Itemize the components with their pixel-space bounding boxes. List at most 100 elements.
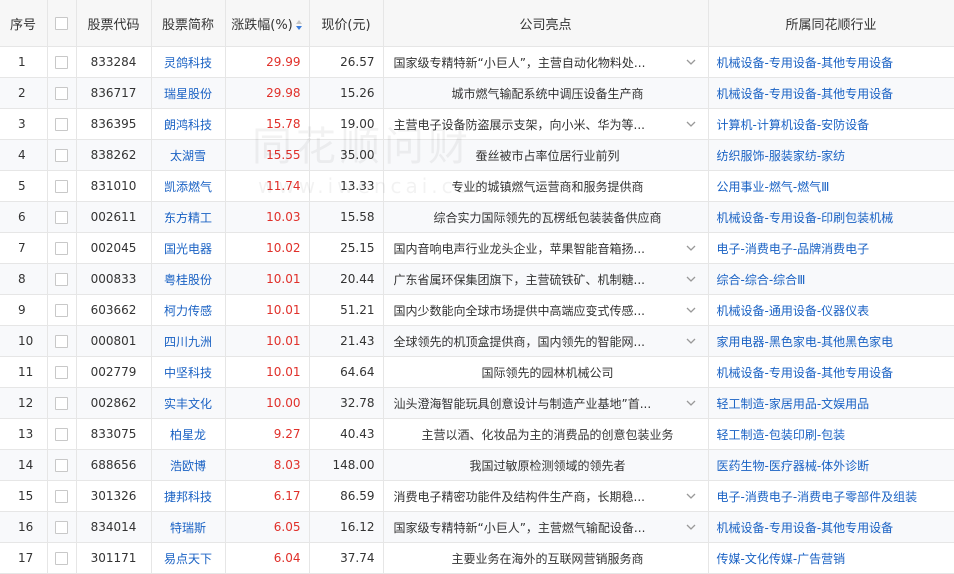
row-select[interactable] <box>47 77 77 109</box>
row-select[interactable] <box>47 418 77 450</box>
table-row[interactable]: 17 301171 易点天下 6.04 37.74 主要业务在海外的互联网营销服务商 传媒-… <box>0 542 954 574</box>
stock-name-link[interactable]: 柏星龙 <box>151 418 226 450</box>
row-checkbox[interactable] <box>55 273 68 286</box>
industry-link[interactable]: 机械设备-专用设备-其他专用设备 <box>708 46 954 78</box>
table-row[interactable]: 3 836395 朗鸿科技 15.78 19.00 主营电子设备防盗展示支架，向小米、华为… <box>0 108 954 140</box>
row-checkbox[interactable] <box>55 87 68 100</box>
row-select[interactable] <box>47 294 77 326</box>
header-code[interactable]: 股票代码 <box>76 0 152 47</box>
header-name[interactable]: 股票简称 <box>151 0 226 47</box>
stock-name-link[interactable]: 东方精工 <box>151 201 226 233</box>
stock-name-link[interactable]: 特瑞斯 <box>151 511 226 543</box>
chevron-down-icon[interactable] <box>684 396 698 410</box>
industry-link[interactable]: 机械设备-专用设备-其他专用设备 <box>708 77 954 109</box>
table-row[interactable]: 6 002611 东方精工 10.03 15.58 综合实力国际领先的瓦楞纸包装装备供应商… <box>0 201 954 233</box>
stock-name-link[interactable]: 浩欧博 <box>151 449 226 481</box>
row-checkbox[interactable] <box>55 118 68 131</box>
chevron-down-icon[interactable] <box>684 489 698 503</box>
row-checkbox[interactable] <box>55 366 68 379</box>
industry-link[interactable]: 家用电器-黑色家电-其他黑色家电 <box>708 325 954 357</box>
stock-name-link[interactable]: 瑞星股份 <box>151 77 226 109</box>
industry-link[interactable]: 轻工制造-包装印刷-包装 <box>708 418 954 450</box>
industry-link[interactable]: 纺织服饰-服装家纺-家纺 <box>708 139 954 171</box>
header-price[interactable]: 现价(元) <box>309 0 384 47</box>
stock-name-link[interactable]: 太湖雪 <box>151 139 226 171</box>
table-row[interactable]: 12 002862 实丰文化 10.00 32.78 汕头澄海智能玩具创意设计与制造产业基… <box>0 387 954 419</box>
chevron-down-icon[interactable] <box>684 303 698 317</box>
chevron-down-icon[interactable] <box>684 241 698 255</box>
row-checkbox[interactable] <box>55 180 68 193</box>
chevron-down-icon[interactable] <box>684 334 698 348</box>
stock-name-link[interactable]: 易点天下 <box>151 542 226 574</box>
row-select[interactable] <box>47 139 77 171</box>
industry-link[interactable]: 机械设备-通用设备-仪器仪表 <box>708 294 954 326</box>
industry-link[interactable]: 计算机-计算机设备-安防设备 <box>708 108 954 140</box>
table-row[interactable]: 4 838262 太湖雪 15.55 35.00 蚕丝被市占率位居行业前列 纺织服饰-服装家… <box>0 139 954 171</box>
sort-desc-icon[interactable] <box>295 19 303 31</box>
header-select-all[interactable] <box>47 0 77 47</box>
row-select[interactable] <box>47 201 77 233</box>
company-highlight[interactable]: 国内音响电声行业龙头企业，苹果智能音箱扬... <box>383 232 709 264</box>
table-row[interactable]: 1 833284 灵鸽科技 29.99 26.57 国家级专精特新“小巨人”，主营自动化物… <box>0 46 954 78</box>
row-select[interactable] <box>47 170 77 202</box>
stock-name-link[interactable]: 捷邦科技 <box>151 480 226 512</box>
stock-name-link[interactable]: 灵鸽科技 <box>151 46 226 78</box>
table-row[interactable]: 16 834014 特瑞斯 6.05 16.12 国家级专精特新“小巨人”，主营燃气输配设… <box>0 511 954 543</box>
industry-link[interactable]: 电子-消费电子-消费电子零部件及组装 <box>708 480 954 512</box>
table-row[interactable]: 5 831010 凯添燃气 11.74 13.33 专业的城镇燃气运营商和服务提供商 公用事… <box>0 170 954 202</box>
row-checkbox[interactable] <box>55 397 68 410</box>
stock-name-link[interactable]: 粤桂股份 <box>151 263 226 295</box>
industry-link[interactable]: 传媒-文化传媒-广告营销 <box>708 542 954 574</box>
table-row[interactable]: 11 002779 中坚科技 10.01 64.64 国际领先的园林机械公司 机械设备-专用… <box>0 356 954 388</box>
row-select[interactable] <box>47 232 77 264</box>
table-row[interactable]: 7 002045 国光电器 10.02 25.15 国内音响电声行业龙头企业，苹果智能音箱… <box>0 232 954 264</box>
company-highlight[interactable]: 广东省属环保集团旗下，主营硫铁矿、机制糖... <box>383 263 709 295</box>
row-select[interactable] <box>47 480 77 512</box>
industry-link[interactable]: 轻工制造-家居用品-文娱用品 <box>708 387 954 419</box>
row-checkbox[interactable] <box>55 459 68 472</box>
stock-name-link[interactable]: 四川九洲 <box>151 325 226 357</box>
industry-link[interactable]: 公用事业-燃气-燃气Ⅲ <box>708 170 954 202</box>
row-checkbox[interactable] <box>55 335 68 348</box>
row-select[interactable] <box>47 542 77 574</box>
chevron-down-icon[interactable] <box>684 520 698 534</box>
row-checkbox[interactable] <box>55 242 68 255</box>
row-checkbox[interactable] <box>55 521 68 534</box>
select-all-checkbox[interactable] <box>55 16 68 30</box>
table-row[interactable]: 13 833075 柏星龙 9.27 40.43 主营以酒、化妆品为主的消费品的创意包装业… <box>0 418 954 450</box>
company-highlight[interactable]: 全球领先的机顶盒提供商，国内领先的智能网... <box>383 325 709 357</box>
table-row[interactable]: 15 301326 捷邦科技 6.17 86.59 消费电子精密功能件及结构件生产商，长期… <box>0 480 954 512</box>
stock-name-link[interactable]: 实丰文化 <box>151 387 226 419</box>
row-select[interactable] <box>47 325 77 357</box>
row-select[interactable] <box>47 511 77 543</box>
stock-name-link[interactable]: 朗鸿科技 <box>151 108 226 140</box>
row-checkbox[interactable] <box>55 490 68 503</box>
chevron-down-icon[interactable] <box>684 117 698 131</box>
row-select[interactable] <box>47 449 77 481</box>
table-row[interactable]: 8 000833 粤桂股份 10.01 20.44 广东省属环保集团旗下，主营硫铁矿、机制… <box>0 263 954 295</box>
company-highlight[interactable]: 汕头澄海智能玩具创意设计与制造产业基地”首... <box>383 387 709 419</box>
company-highlight[interactable]: 主营电子设备防盗展示支架，向小米、华为等... <box>383 108 709 140</box>
industry-link[interactable]: 医药生物-医疗器械-体外诊断 <box>708 449 954 481</box>
row-checkbox[interactable] <box>55 211 68 224</box>
row-select[interactable] <box>47 387 77 419</box>
header-change[interactable]: 涨跌幅(%) <box>225 0 310 47</box>
row-select[interactable] <box>47 263 77 295</box>
company-highlight[interactable]: 国内少数能向全球市场提供中高端应变式传感... <box>383 294 709 326</box>
industry-link[interactable]: 机械设备-专用设备-印刷包装机械 <box>708 201 954 233</box>
row-checkbox[interactable] <box>55 56 68 69</box>
chevron-down-icon[interactable] <box>684 55 698 69</box>
industry-link[interactable]: 电子-消费电子-品牌消费电子 <box>708 232 954 264</box>
table-row[interactable]: 2 836717 瑞星股份 29.98 15.26 城市燃气输配系统中调压设备生产商 机械设… <box>0 77 954 109</box>
stock-name-link[interactable]: 柯力传感 <box>151 294 226 326</box>
row-select[interactable] <box>47 356 77 388</box>
stock-name-link[interactable]: 凯添燃气 <box>151 170 226 202</box>
chevron-down-icon[interactable] <box>684 272 698 286</box>
industry-link[interactable]: 机械设备-专用设备-其他专用设备 <box>708 356 954 388</box>
company-highlight[interactable]: 国家级专精特新“小巨人”，主营燃气输配设备... <box>383 511 709 543</box>
table-row[interactable]: 14 688656 浩欧博 8.03 148.00 我国过敏原检测领域的领先者 医药生物-医… <box>0 449 954 481</box>
industry-link[interactable]: 机械设备-专用设备-其他专用设备 <box>708 511 954 543</box>
industry-link[interactable]: 综合-综合-综合Ⅲ <box>708 263 954 295</box>
row-select[interactable] <box>47 46 77 78</box>
row-checkbox[interactable] <box>55 149 68 162</box>
